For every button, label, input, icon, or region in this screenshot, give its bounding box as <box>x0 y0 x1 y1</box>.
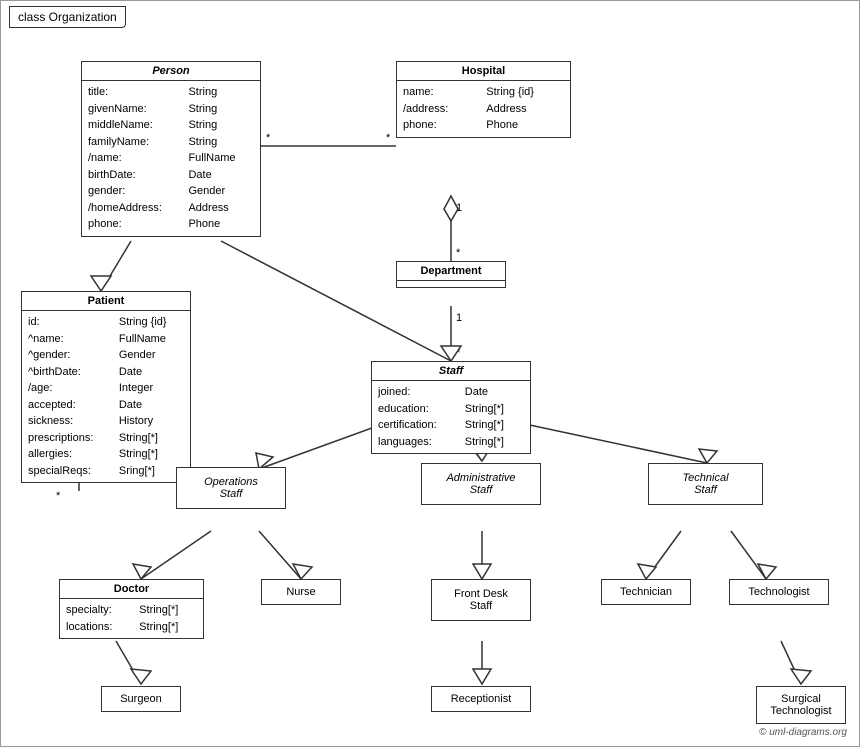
copyright: © uml-diagrams.org <box>759 727 847 738</box>
administrative-staff-class: AdministrativeStaff <box>421 463 541 505</box>
diagram-container: class Organization * * 1 * 1 * * <box>0 0 860 747</box>
diagram-title: class Organization <box>9 6 126 28</box>
surgical-technologist-class: SurgicalTechnologist <box>756 686 846 724</box>
svg-text:*: * <box>56 490 61 502</box>
department-header: Department <box>397 262 505 281</box>
front-desk-staff-class: Front DeskStaff <box>431 579 531 621</box>
hospital-body: name:String {id} /address:Address phone:… <box>397 81 570 137</box>
nurse-class: Nurse <box>261 579 341 605</box>
doctor-class: Doctor specialty:String[*] locations:Str… <box>59 579 204 639</box>
operations-staff-class: OperationsStaff <box>176 467 286 509</box>
hospital-class: Hospital name:String {id} /address:Addre… <box>396 61 571 138</box>
surgeon-label: Surgeon <box>120 693 162 705</box>
technical-staff-class: TechnicalStaff <box>648 463 763 505</box>
nurse-label: Nurse <box>286 586 315 598</box>
person-body: title:String givenName:String middleName… <box>82 81 260 236</box>
technologist-label: Technologist <box>748 586 809 598</box>
patient-body: id:String {id} ^name:FullName ^gender:Ge… <box>22 311 190 482</box>
technical-staff-label: TechnicalStaff <box>682 472 728 496</box>
operations-staff-label: OperationsStaff <box>204 476 258 500</box>
person-header: Person <box>82 62 260 81</box>
technician-class: Technician <box>601 579 691 605</box>
svg-text:*: * <box>266 132 271 144</box>
svg-text:1: 1 <box>456 312 462 324</box>
department-body <box>397 281 505 287</box>
doctor-body: specialty:String[*] locations:String[*] <box>60 599 203 638</box>
person-class: Person title:String givenName:String mid… <box>81 61 261 237</box>
front-desk-staff-label: Front DeskStaff <box>454 588 508 612</box>
staff-class: Staff joined:Date education:String[*] ce… <box>371 361 531 454</box>
surgical-technologist-label: SurgicalTechnologist <box>770 693 831 717</box>
doctor-header: Doctor <box>60 580 203 599</box>
technician-label: Technician <box>620 586 672 598</box>
svg-text:*: * <box>456 247 461 259</box>
svg-text:*: * <box>386 132 391 144</box>
hospital-header: Hospital <box>397 62 570 81</box>
receptionist-label: Receptionist <box>451 693 512 705</box>
department-class: Department <box>396 261 506 288</box>
patient-class: Patient id:String {id} ^name:FullName ^g… <box>21 291 191 483</box>
svg-text:*: * <box>456 347 461 359</box>
patient-header: Patient <box>22 292 190 311</box>
svg-text:1: 1 <box>456 202 462 214</box>
staff-header: Staff <box>372 362 530 381</box>
technologist-class: Technologist <box>729 579 829 605</box>
receptionist-class: Receptionist <box>431 686 531 712</box>
administrative-staff-label: AdministrativeStaff <box>446 472 515 496</box>
surgeon-class: Surgeon <box>101 686 181 712</box>
staff-body: joined:Date education:String[*] certific… <box>372 381 530 453</box>
